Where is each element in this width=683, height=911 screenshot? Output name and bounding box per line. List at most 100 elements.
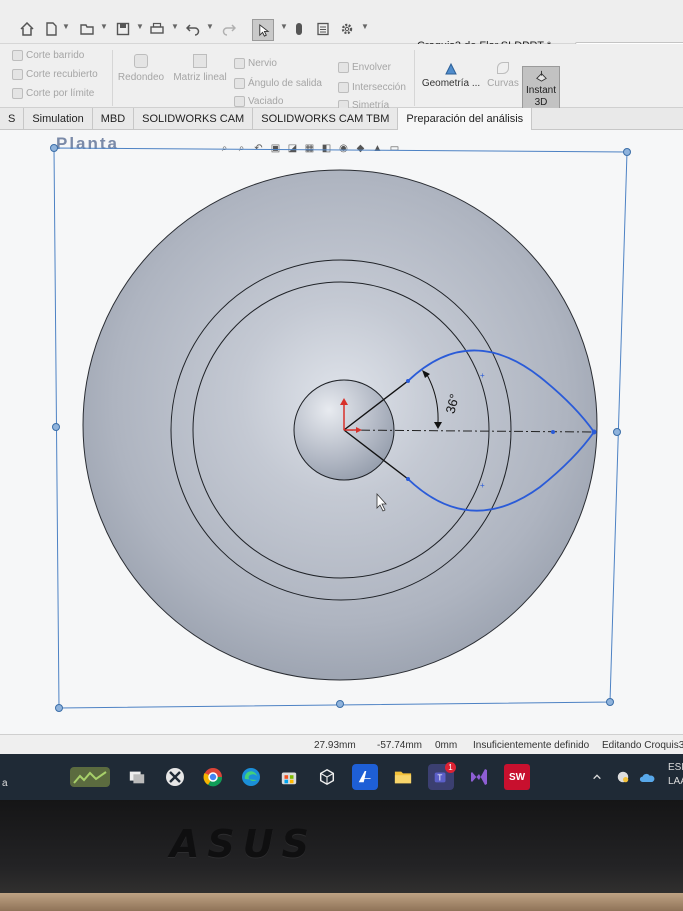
sketch-point[interactable]	[551, 430, 555, 434]
sketch-definition-status[interactable]: Insuficientemente definido	[473, 740, 589, 751]
print-icon[interactable]	[150, 20, 164, 38]
lofted-cut-icon	[12, 69, 23, 80]
redo-icon[interactable]	[222, 20, 236, 38]
selection-handle[interactable]	[336, 700, 344, 708]
editing-mode-status: Editando Croquis3	[602, 740, 683, 751]
curves-icon	[497, 62, 509, 74]
wrap-icon	[338, 62, 349, 73]
command-manager-tabs: S Simulation MBD SOLIDWORKS CAM SOLIDWOR…	[0, 108, 683, 130]
chevron-down-icon[interactable]: ▼	[171, 22, 179, 31]
store-icon[interactable]	[276, 764, 302, 790]
status-bar: 27.93mm -57.74mm 0mm Insuficientemente d…	[0, 734, 683, 754]
status-x-coordinate: 27.93mm	[314, 740, 356, 751]
selection-handle[interactable]	[613, 428, 621, 436]
chevron-down-icon[interactable]: ▼	[206, 22, 214, 31]
teams-notification-badge: 1	[445, 762, 456, 773]
draft-icon	[234, 78, 245, 89]
command-ribbon: Corte barrido Corte recubierto Corte por…	[0, 44, 683, 111]
tab-simulation[interactable]: Simulation	[24, 108, 93, 130]
file-properties-icon[interactable]	[316, 20, 330, 38]
fillet-icon	[134, 54, 148, 68]
file-explorer-icon[interactable]	[390, 764, 416, 790]
cube-app-icon[interactable]	[314, 764, 340, 790]
fillet-command[interactable]: Redondeo	[116, 54, 166, 83]
tab-s[interactable]: S	[0, 108, 25, 130]
chevron-down-icon[interactable]: ▼	[136, 22, 144, 31]
visual-studio-icon[interactable]	[466, 764, 492, 790]
rib-icon	[234, 58, 245, 69]
swept-cut-command[interactable]: Corte barrido	[12, 50, 84, 61]
status-y-coordinate: -57.74mm	[377, 740, 423, 751]
pointer-icon	[258, 23, 269, 37]
system-status-icon[interactable]	[610, 764, 636, 790]
widgets-icon[interactable]	[70, 764, 110, 790]
home-icon[interactable]	[20, 20, 34, 38]
desk-surface	[0, 893, 683, 911]
ribbon-divider	[414, 50, 415, 106]
chevron-down-icon[interactable]: ▼	[62, 22, 70, 31]
rebuild-icon[interactable]	[292, 20, 306, 38]
screen: ▼ ▼ ▼ ▼ ▼ ▼ ▼ Croq	[0, 0, 683, 800]
taskbar: a T 1 SW ES LA	[0, 754, 683, 800]
undo-icon[interactable]	[186, 20, 200, 38]
arc-center-marker: +	[480, 481, 485, 490]
status-z-coordinate: 0mm	[435, 740, 458, 751]
rib-command[interactable]: Nervio	[234, 58, 277, 69]
laptop-brand-logo: ASUS	[170, 822, 318, 866]
selection-handle[interactable]	[50, 144, 58, 152]
svg-text:T: T	[437, 774, 442, 783]
chevron-down-icon[interactable]: ▼	[100, 22, 108, 31]
onedrive-icon[interactable]	[634, 764, 660, 790]
save-icon[interactable]	[116, 20, 130, 38]
ribbon-divider	[112, 50, 113, 106]
selection-handle[interactable]	[52, 423, 60, 431]
taskbar-left-text: a	[2, 778, 8, 789]
shell-command[interactable]: Vaciado	[234, 96, 283, 107]
solidworks-icon[interactable]: SW	[504, 764, 530, 790]
wrap-command[interactable]: Envolver	[338, 62, 391, 73]
tab-analysis-preparation[interactable]: Preparación del análisis	[398, 108, 533, 130]
gear-icon[interactable]	[340, 20, 354, 38]
sketch-point[interactable]	[406, 477, 410, 481]
lofted-cut-command[interactable]: Corte recubierto	[12, 69, 98, 80]
shell-icon	[234, 96, 245, 107]
open-folder-icon[interactable]	[80, 20, 94, 38]
task-view-icon[interactable]	[124, 764, 150, 790]
graphics-viewport[interactable]: Planta ⌕ ⌕ ↶ ▣ ◪ ▦ ◧ ◉ ◆ ▲ ▭ + + 36°	[0, 130, 683, 734]
intersect-icon	[338, 82, 349, 93]
select-pointer-button[interactable]	[252, 19, 274, 41]
chevron-down-icon[interactable]: ▼	[361, 22, 369, 31]
reference-geometry-icon	[445, 62, 457, 75]
boundary-cut-icon	[12, 88, 23, 99]
xbox-icon[interactable]	[162, 764, 188, 790]
new-document-icon[interactable]	[44, 20, 58, 38]
title-bar: ▼ ▼ ▼ ▼ ▼ ▼ ▼ Croq	[0, 0, 683, 52]
linear-pattern-icon	[193, 54, 207, 68]
swept-cut-icon	[12, 50, 23, 61]
autodesk-icon[interactable]	[352, 764, 378, 790]
teams-icon[interactable]: T 1	[428, 762, 456, 790]
model-canvas: + + 36°	[50, 144, 631, 712]
tab-solidworks-cam-tbm[interactable]: SOLIDWORKS CAM TBM	[253, 108, 399, 130]
selection-handle[interactable]	[55, 704, 63, 712]
reference-geometry-command[interactable]: Geometría ...	[420, 62, 482, 89]
tab-solidworks-cam[interactable]: SOLIDWORKS CAM	[134, 108, 254, 130]
draft-command[interactable]: Ángulo de salida	[234, 78, 322, 89]
edge-icon[interactable]	[238, 764, 264, 790]
linear-pattern-command[interactable]: Matriz lineal	[170, 54, 230, 83]
keyboard-layout[interactable]: LAA	[668, 776, 683, 787]
intersect-command[interactable]: Intersección	[338, 82, 406, 93]
keyboard-language[interactable]: ESP	[668, 762, 683, 773]
instant-3d-icon	[536, 70, 547, 82]
boundary-cut-command[interactable]: Corte por límite	[12, 88, 94, 99]
chevron-down-icon[interactable]: ▼	[280, 22, 288, 31]
tab-mbd[interactable]: MBD	[93, 108, 135, 130]
selection-handle[interactable]	[606, 698, 614, 706]
chrome-icon[interactable]	[200, 764, 226, 790]
arc-center-marker: +	[480, 371, 485, 380]
chevron-up-icon[interactable]	[584, 764, 610, 790]
curves-command[interactable]: Curvas	[486, 62, 520, 89]
sketch-point[interactable]	[591, 429, 597, 435]
selection-handle[interactable]	[623, 148, 631, 156]
sketch-point[interactable]	[406, 379, 410, 383]
